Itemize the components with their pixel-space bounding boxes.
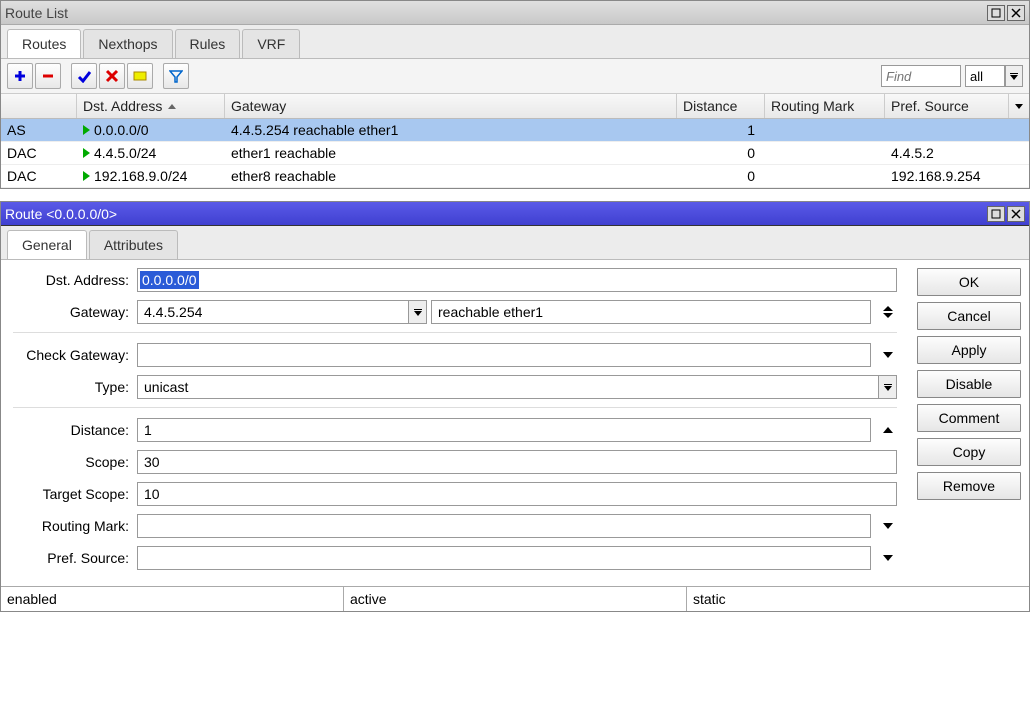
row-flags: AS: [1, 119, 77, 141]
route-detail-statusbar: enabled active static: [1, 586, 1029, 611]
table-row[interactable]: DAC 4.4.5.0/24 ether1 reachable 0 4.4.5.…: [1, 142, 1029, 165]
route-list-titlebar[interactable]: Route List: [1, 1, 1029, 25]
label-type: Type:: [13, 379, 137, 395]
label-gateway: Gateway:: [13, 304, 137, 320]
cancel-button[interactable]: Cancel: [917, 302, 1021, 330]
label-pref-source: Pref. Source:: [13, 550, 137, 566]
row-flags: DAC: [1, 142, 77, 164]
row-pref-source: 192.168.9.254: [885, 165, 1029, 187]
active-icon: [83, 171, 90, 181]
gateway-status-field: [431, 300, 871, 324]
enable-button[interactable]: [71, 63, 97, 89]
minimize-icon[interactable]: [987, 206, 1005, 222]
row-gateway: ether8 reachable: [225, 165, 677, 187]
table-row[interactable]: AS 0.0.0.0/0 4.4.5.254 reachable ether1 …: [1, 119, 1029, 142]
label-scope: Scope:: [13, 454, 137, 470]
route-detail-titlebar[interactable]: Route <0.0.0.0/0>: [1, 202, 1029, 226]
type-input[interactable]: [137, 375, 879, 399]
row-gateway: 4.4.5.254 reachable ether1: [225, 119, 677, 141]
row-dst: 4.4.5.0/24: [94, 145, 156, 161]
comment-button[interactable]: Comment: [917, 404, 1021, 432]
col-gateway[interactable]: Gateway: [225, 94, 677, 118]
label-check-gateway: Check Gateway:: [13, 347, 137, 363]
copy-button[interactable]: Copy: [917, 438, 1021, 466]
pref-source-expand-icon[interactable]: [879, 546, 897, 570]
action-button-column: OK Cancel Apply Disable Comment Copy Rem…: [909, 260, 1029, 586]
active-icon: [83, 148, 90, 158]
find-input[interactable]: [881, 65, 961, 87]
distance-collapse-icon[interactable]: [879, 418, 897, 442]
route-detail-tabs: General Attributes: [1, 226, 1029, 260]
check-gateway-expand-icon[interactable]: [879, 343, 897, 367]
column-menu-icon[interactable]: [1009, 94, 1029, 118]
row-routing-mark: [765, 119, 885, 141]
dst-address-input[interactable]: 0.0.0.0/0: [137, 268, 897, 292]
add-button[interactable]: [7, 63, 33, 89]
status-static: static: [687, 587, 1029, 611]
row-flags: DAC: [1, 165, 77, 187]
col-distance[interactable]: Distance: [677, 94, 765, 118]
route-list-toolbar: [1, 59, 1029, 94]
row-pref-source: [885, 119, 1029, 141]
disable-button[interactable]: Disable: [917, 370, 1021, 398]
close-icon[interactable]: [1007, 5, 1025, 21]
route-list-title: Route List: [5, 5, 68, 21]
ok-button[interactable]: OK: [917, 268, 1021, 296]
row-gateway: ether1 reachable: [225, 142, 677, 164]
tab-vrf[interactable]: VRF: [242, 29, 300, 58]
label-distance: Distance:: [13, 422, 137, 438]
distance-input[interactable]: [137, 418, 871, 442]
row-distance: 0: [677, 142, 765, 164]
col-routing-mark[interactable]: Routing Mark: [765, 94, 885, 118]
type-dropdown-icon[interactable]: [879, 375, 897, 399]
filter-select[interactable]: [965, 65, 1005, 87]
close-icon[interactable]: [1007, 206, 1025, 222]
col-pref-source[interactable]: Pref. Source: [885, 94, 1009, 118]
disable-button[interactable]: [99, 63, 125, 89]
route-list-window: Route List Routes Nexthops Rules VRF Dst…: [0, 0, 1030, 189]
status-active: active: [344, 587, 687, 611]
table-row[interactable]: DAC 192.168.9.0/24 ether8 reachable 0 19…: [1, 165, 1029, 188]
scope-input[interactable]: [137, 450, 897, 474]
gateway-spinner-icon[interactable]: [879, 300, 897, 324]
tab-routes[interactable]: Routes: [7, 29, 81, 58]
route-table-header: Dst. Address Gateway Distance Routing Ma…: [1, 94, 1029, 119]
pref-source-input[interactable]: [137, 546, 871, 570]
row-dst: 192.168.9.0/24: [94, 168, 187, 184]
row-routing-mark: [765, 165, 885, 187]
route-table-body: AS 0.0.0.0/0 4.4.5.254 reachable ether1 …: [1, 119, 1029, 188]
row-routing-mark: [765, 142, 885, 164]
row-distance: 0: [677, 165, 765, 187]
minimize-icon[interactable]: [987, 5, 1005, 21]
route-detail-form: Dst. Address: 0.0.0.0/0 Gateway:: [1, 260, 909, 586]
col-dst-address[interactable]: Dst. Address: [77, 94, 225, 118]
comment-button[interactable]: [127, 63, 153, 89]
tab-general[interactable]: General: [7, 230, 87, 259]
row-pref-source: 4.4.5.2: [885, 142, 1029, 164]
apply-button[interactable]: Apply: [917, 336, 1021, 364]
route-detail-window: Route <0.0.0.0/0> General Attributes Dst…: [0, 201, 1030, 612]
tab-rules[interactable]: Rules: [175, 29, 241, 58]
filter-button[interactable]: [163, 63, 189, 89]
status-enabled: enabled: [1, 587, 344, 611]
filter-dropdown-icon[interactable]: [1005, 65, 1023, 87]
label-routing-mark: Routing Mark:: [13, 518, 137, 534]
tab-nexthops[interactable]: Nexthops: [83, 29, 172, 58]
label-target-scope: Target Scope:: [13, 486, 137, 502]
remove-button[interactable]: Remove: [917, 472, 1021, 500]
target-scope-input[interactable]: [137, 482, 897, 506]
check-gateway-input[interactable]: [137, 343, 871, 367]
row-distance: 1: [677, 119, 765, 141]
remove-button[interactable]: [35, 63, 61, 89]
routing-mark-expand-icon[interactable]: [879, 514, 897, 538]
tab-attributes[interactable]: Attributes: [89, 230, 178, 259]
gateway-input[interactable]: [137, 300, 409, 324]
label-dst-address: Dst. Address:: [13, 272, 137, 288]
active-icon: [83, 125, 90, 135]
gateway-dropdown-icon[interactable]: [409, 300, 427, 324]
row-dst: 0.0.0.0/0: [94, 122, 149, 138]
route-list-tabs: Routes Nexthops Rules VRF: [1, 25, 1029, 59]
routing-mark-input[interactable]: [137, 514, 871, 538]
route-detail-title: Route <0.0.0.0/0>: [5, 206, 117, 222]
